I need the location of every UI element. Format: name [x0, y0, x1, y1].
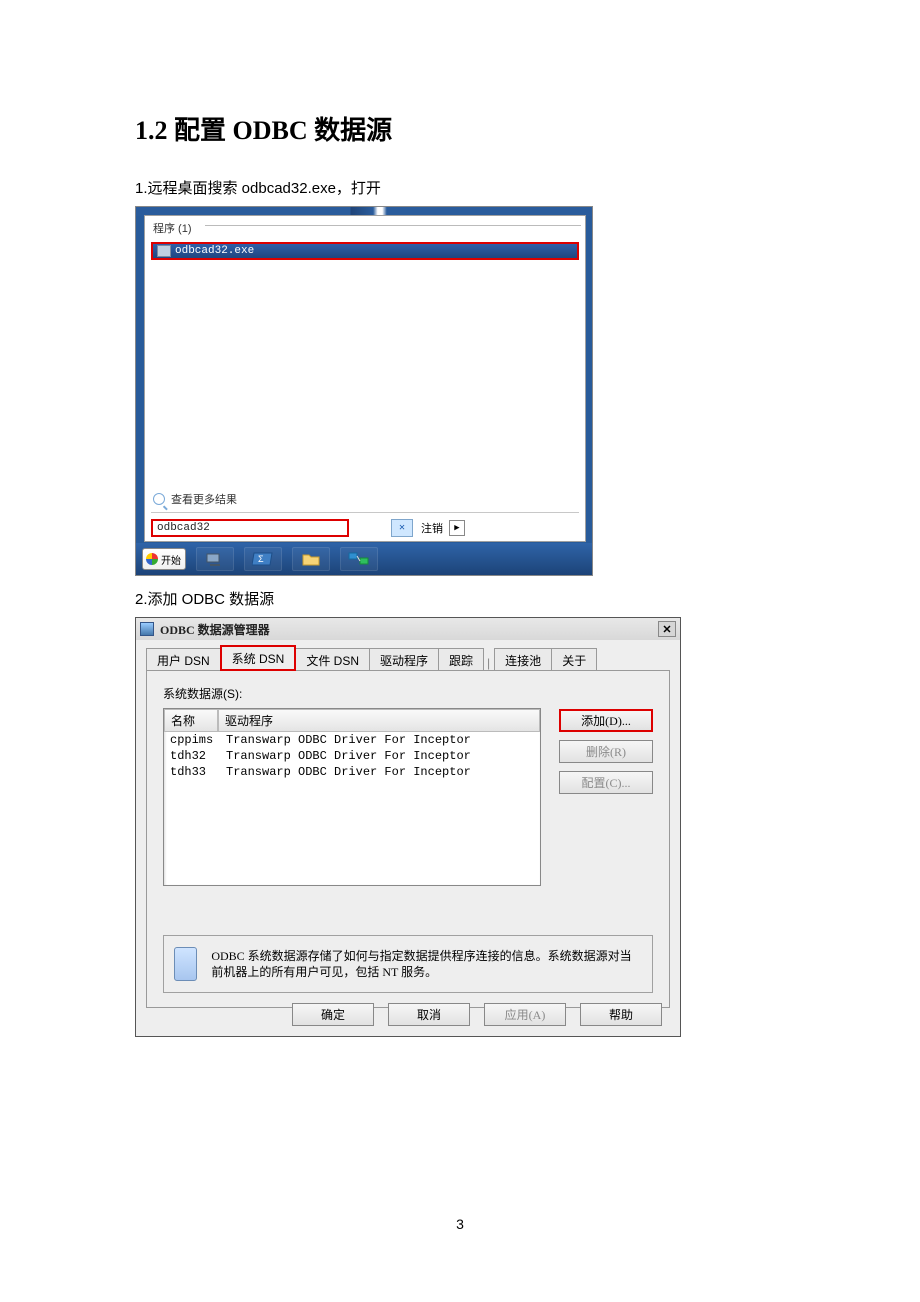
ok-button[interactable]: 确定	[292, 1003, 374, 1026]
cancel-button[interactable]: 取消	[388, 1003, 470, 1026]
see-more-label: 查看更多结果	[171, 491, 237, 507]
screenshot-odbc-dialog: ODBC 数据源管理器 ✕ 用户 DSN 系统 DSN 文件 DSN 驱动程序 …	[135, 617, 681, 1037]
taskbar: 开始 Σ	[136, 543, 592, 575]
folder-icon	[301, 551, 321, 567]
taskbar-item-explorer[interactable]	[292, 547, 330, 571]
server-icon	[205, 551, 225, 567]
taskbar-item-powershell[interactable]: Σ	[244, 547, 282, 571]
tab-panel-system-dsn: 系统数据源(S): 名称 驱动程序 cppims Transwarp ODBC …	[146, 670, 670, 1008]
info-icon	[174, 947, 197, 981]
screenshot-start-menu: 程序 (1) odbcad32.exe 查看更多结果 odbcad32 ✕ 注销…	[135, 206, 593, 576]
info-box: ODBC 系统数据源存储了如何与指定数据提供程序连接的信息。系统数据源对当前机器…	[163, 935, 653, 993]
table-row[interactable]: tdh33 Transwarp ODBC Driver For Inceptor	[164, 764, 540, 780]
close-button[interactable]: ✕	[658, 621, 676, 637]
table-row[interactable]: cppims Transwarp ODBC Driver For Incepto…	[164, 732, 540, 748]
search-group-header: 程序 (1)	[145, 216, 585, 238]
cell-driver: Transwarp ODBC Driver For Inceptor	[224, 765, 534, 779]
dialog-title: ODBC 数据源管理器	[160, 621, 652, 638]
cell-name: tdh33	[170, 765, 224, 779]
table-row[interactable]: tdh32 Transwarp ODBC Driver For Inceptor	[164, 748, 540, 764]
app-icon	[157, 245, 171, 257]
help-button[interactable]: 帮助	[580, 1003, 662, 1026]
start-button[interactable]: 开始	[142, 548, 186, 570]
tab-user-dsn[interactable]: 用户 DSN	[146, 648, 221, 671]
step-2-text: 2.添加 ODBC 数据源	[135, 588, 790, 609]
col-header-name[interactable]: 名称	[164, 709, 218, 732]
col-header-driver[interactable]: 驱动程序	[218, 709, 540, 732]
apply-button[interactable]: 应用(A)	[484, 1003, 566, 1026]
data-source-list[interactable]: 名称 驱动程序 cppims Transwarp ODBC Driver For…	[163, 708, 541, 886]
powershell-icon: Σ	[252, 551, 274, 567]
system-data-sources-label: 系统数据源(S):	[163, 685, 653, 702]
odbc-app-icon	[140, 622, 154, 636]
add-button[interactable]: 添加(D)...	[559, 709, 653, 732]
step-1-text: 1.远程桌面搜索 odbcad32.exe，打开	[135, 177, 790, 198]
remove-button[interactable]: 删除(R)	[559, 740, 653, 763]
page-number: 3	[0, 1216, 920, 1232]
taskbar-item-network[interactable]	[340, 547, 378, 571]
start-label: 开始	[161, 552, 181, 567]
search-result-label: odbcad32.exe	[175, 245, 254, 257]
svg-text:Σ: Σ	[258, 554, 264, 564]
tab-trace[interactable]: 跟踪	[438, 648, 484, 671]
tab-pooling[interactable]: 连接池	[494, 648, 552, 671]
tab-about[interactable]: 关于	[551, 648, 597, 671]
start-menu-panel: 程序 (1) odbcad32.exe 查看更多结果 odbcad32 ✕ 注销…	[144, 215, 586, 542]
taskbar-item-server-manager[interactable]	[196, 547, 234, 571]
logoff-button[interactable]: 注销	[421, 520, 443, 536]
network-icon	[348, 551, 370, 567]
cell-driver: Transwarp ODBC Driver For Inceptor	[224, 749, 534, 763]
tab-drivers[interactable]: 驱动程序	[369, 648, 439, 671]
cell-driver: Transwarp ODBC Driver For Inceptor	[224, 733, 534, 747]
see-more-results[interactable]: 查看更多结果	[153, 491, 237, 507]
cell-name: cppims	[170, 733, 224, 747]
tab-file-dsn[interactable]: 文件 DSN	[295, 648, 370, 671]
divider	[151, 512, 579, 513]
start-search-input[interactable]: odbcad32	[151, 519, 349, 537]
section-heading: 1.2 配置 ODBC 数据源	[135, 110, 790, 147]
search-icon	[153, 493, 165, 505]
windows-orb-icon	[146, 553, 158, 565]
cell-name: tdh32	[170, 749, 224, 763]
dialog-titlebar: ODBC 数据源管理器 ✕	[136, 618, 680, 640]
info-text: ODBC 系统数据源存储了如何与指定数据提供程序连接的信息。系统数据源对当前机器…	[211, 948, 642, 980]
tab-system-dsn[interactable]: 系统 DSN	[220, 645, 297, 671]
tab-separator: |	[483, 656, 494, 670]
search-result-odbcad32[interactable]: odbcad32.exe	[151, 242, 579, 260]
logoff-more-arrow[interactable]: ▶	[449, 520, 465, 536]
configure-button[interactable]: 配置(C)...	[559, 771, 653, 794]
clear-search-button[interactable]: ✕	[391, 519, 413, 537]
tab-strip: 用户 DSN 系统 DSN 文件 DSN 驱动程序 跟踪 | 连接池 关于	[146, 648, 670, 670]
